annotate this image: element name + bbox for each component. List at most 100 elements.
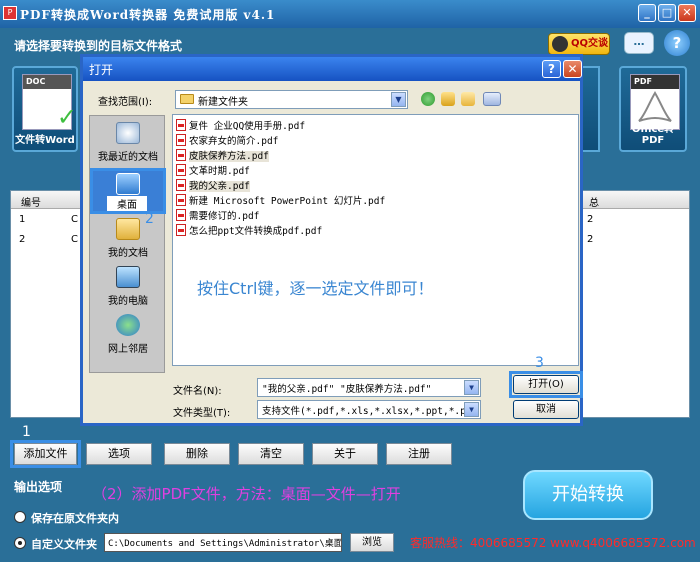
list-item[interactable]: 复件 企业QQ使用手册.pdf — [176, 118, 305, 132]
cancel-button[interactable]: 取消 — [513, 400, 579, 419]
doc-band: PDF — [631, 75, 679, 89]
keep-original-label: 保存在原文件夹内 — [31, 512, 119, 525]
qq-penguin-icon — [552, 36, 568, 52]
column-number: 编号 — [21, 198, 41, 209]
tile-office-to-pdf[interactable]: PDF Office转PDF — [619, 66, 687, 152]
place-label: 网上邻居 — [108, 344, 148, 355]
output-path-field[interactable]: C:\Documents and Settings\Administrator\… — [104, 533, 342, 552]
output-options-title: 输出选项 — [14, 480, 63, 494]
place-desktop[interactable]: 桌面 — [90, 168, 166, 214]
file-name: 新建 Microsoft PowerPoint 幻灯片.pdf — [189, 196, 386, 207]
chat-bubble-icon[interactable]: … — [624, 32, 654, 54]
row-total: 2 — [587, 214, 594, 225]
place-recent[interactable]: 我最近的文档 — [90, 120, 166, 166]
file-name: 农家弃女的简介.pdf — [189, 136, 279, 147]
column-total: 总 — [589, 198, 599, 209]
close-button[interactable]: ✕ — [678, 4, 696, 22]
new-folder-icon[interactable] — [461, 92, 475, 106]
filename-field[interactable]: "我的父亲.pdf" "皮肤保养方法.pdf" ▼ — [257, 378, 481, 397]
view-menu-icon[interactable] — [483, 92, 501, 106]
folder-icon — [180, 94, 194, 104]
options-button[interactable]: 选项 — [86, 443, 152, 465]
tile-label: Office转PDF — [631, 124, 675, 146]
clear-button[interactable]: 清空 — [238, 443, 304, 465]
row-number: 2 — [19, 234, 26, 245]
word-doc-icon: DOC ✓ — [22, 74, 77, 131]
up-folder-icon[interactable] — [441, 92, 455, 106]
file-name: 文革时期.pdf — [189, 166, 250, 177]
keep-original-radio[interactable] — [14, 511, 26, 523]
qq-chat-label: QQ交谈 — [571, 38, 609, 49]
tile-label: 文件转Word — [15, 135, 75, 146]
open-file-dialog: 打开 ? ✕ 查找范围(I): 新建文件夹 ▼ 我最近的文档 桌面 我的文档 我… — [80, 54, 583, 426]
place-label: 我的电脑 — [108, 296, 148, 307]
start-convert-button[interactable]: 开始转换 — [523, 470, 653, 520]
file-name: 我的父亲.pdf — [189, 181, 250, 192]
pdf-file-icon — [176, 134, 186, 146]
about-button[interactable]: 关于 — [312, 443, 378, 465]
check-icon: ✓ — [56, 103, 77, 131]
list-item[interactable]: 文革时期.pdf — [176, 163, 250, 177]
maximize-button[interactable]: □ — [658, 4, 676, 22]
file-name: 怎么把ppt文件转换成pdf.pdf — [189, 226, 323, 237]
file-name: 皮肤保养方法.pdf — [189, 151, 269, 162]
list-item[interactable]: 新建 Microsoft PowerPoint 幻灯片.pdf — [176, 193, 385, 207]
place-my-documents[interactable]: 我的文档 — [90, 216, 166, 262]
pdf-file-icon — [176, 224, 186, 236]
dialog-close-button[interactable]: ✕ — [563, 60, 582, 78]
look-in-select[interactable]: 新建文件夹 ▼ — [175, 90, 408, 109]
pdf-file-icon — [176, 164, 186, 176]
place-my-computer[interactable]: 我的电脑 — [90, 264, 166, 310]
instruction-add-pdf: （2）添加PDF文件，方法：桌面—文件—打开 — [92, 485, 401, 503]
custom-folder-label: 自定义文件夹 — [31, 538, 97, 551]
step-one-label: 1 — [22, 424, 31, 440]
custom-folder-radio[interactable] — [14, 537, 26, 549]
look-in-value: 新建文件夹 — [198, 97, 248, 108]
window-title: PDF转换成Word转换器 免费试用版 v4.1 — [20, 8, 276, 22]
filetype-label: 文件类型(T): — [173, 408, 231, 419]
filetype-value: 支持文件(*.pdf,*.xls,*.xlsx,*.ppt,*.p — [262, 406, 466, 417]
pdf-file-icon — [176, 119, 186, 131]
add-file-button[interactable]: 添加文件 — [14, 443, 77, 465]
place-label: 我最近的文档 — [98, 152, 158, 163]
pdf-file-icon — [176, 209, 186, 221]
file-name: 复件 企业QQ使用手册.pdf — [189, 121, 306, 132]
title-bar: P PDF转换成Word转换器 免费试用版 v4.1 _ □ ✕ — [0, 0, 700, 28]
main-window: P PDF转换成Word转换器 免费试用版 v4.1 _ □ ✕ 请选择要转换到… — [0, 0, 700, 562]
filename-label: 文件名(N): — [173, 386, 222, 397]
my-documents-icon — [116, 218, 140, 240]
filetype-select[interactable]: 支持文件(*.pdf,*.xls,*.xlsx,*.ppt,*.p ▼ — [257, 400, 481, 419]
list-item[interactable]: 需要修订的.pdf — [176, 208, 259, 222]
browse-button[interactable]: 浏览 — [350, 533, 394, 552]
pdf-file-icon — [176, 179, 186, 191]
chevron-down-icon[interactable]: ▼ — [464, 380, 479, 395]
step-two-label: 2 — [145, 211, 154, 227]
list-item[interactable]: 怎么把ppt文件转换成pdf.pdf — [176, 223, 322, 237]
row-total: 2 — [587, 234, 594, 245]
register-button[interactable]: 注册 — [386, 443, 452, 465]
dialog-help-button[interactable]: ? — [542, 60, 561, 78]
doc-band: DOC — [23, 75, 71, 89]
place-label: 我的文档 — [108, 248, 148, 259]
service-hotline: 客服热线：4006685572 www.q4006685572.com — [410, 536, 696, 550]
chevron-down-icon[interactable]: ▼ — [464, 402, 479, 417]
minimize-button[interactable]: _ — [638, 4, 656, 22]
delete-button[interactable]: 删除 — [164, 443, 230, 465]
place-network[interactable]: 网上邻居 — [90, 312, 166, 358]
list-item[interactable]: 农家弃女的简介.pdf — [176, 133, 278, 147]
list-item[interactable]: 我的父亲.pdf — [176, 178, 250, 192]
dialog-title-bar: 打开 ? ✕ — [83, 57, 582, 81]
help-icon[interactable]: ? — [664, 30, 690, 56]
step-three-label: 3 — [535, 355, 544, 371]
back-icon[interactable] — [421, 92, 435, 106]
ctrl-select-instruction: 按住Ctrl键，逐一选定文件即可！ — [197, 279, 434, 298]
pdf-file-icon — [176, 149, 186, 161]
list-item[interactable]: 皮肤保养方法.pdf — [176, 148, 269, 162]
filename-value: "我的父亲.pdf" "皮肤保养方法.pdf" — [262, 384, 432, 395]
file-name: 需要修订的.pdf — [189, 211, 260, 222]
file-list[interactable]: 复件 企业QQ使用手册.pdf 农家弃女的简介.pdf 皮肤保养方法.pdf 文… — [172, 114, 579, 366]
qq-chat-button[interactable]: QQ交谈 — [548, 33, 610, 55]
chevron-down-icon[interactable]: ▼ — [391, 92, 406, 107]
tile-file-to-word[interactable]: DOC ✓ 文件转Word — [12, 66, 78, 152]
open-button[interactable]: 打开(O) — [513, 375, 579, 394]
